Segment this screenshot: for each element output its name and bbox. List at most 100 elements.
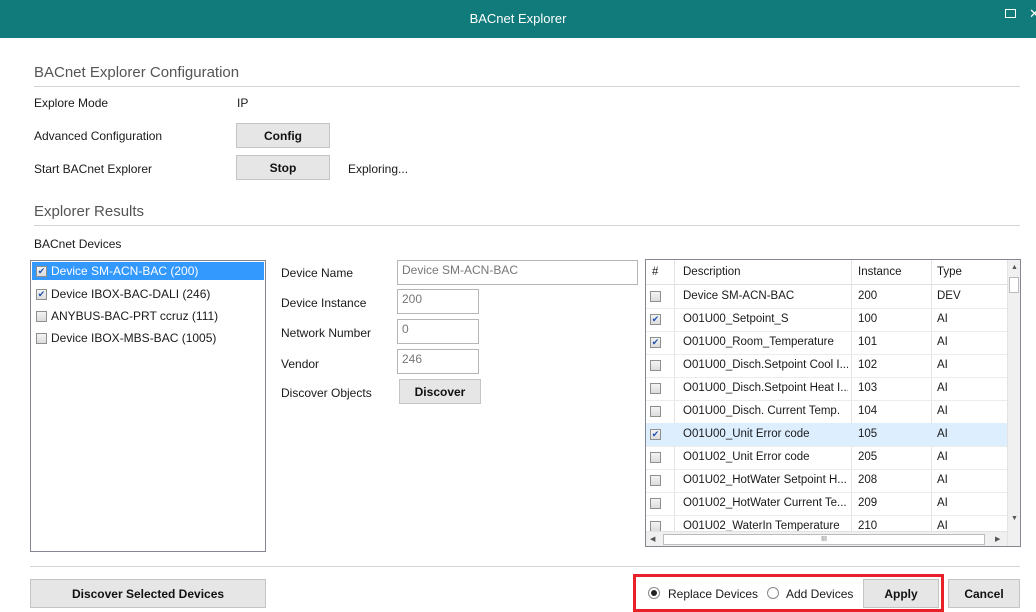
object-checkbox[interactable]: ✔ bbox=[650, 314, 661, 325]
object-row[interactable]: ✔ O01U00_Room_Temperature 101 AI bbox=[646, 331, 1008, 355]
stop-button[interactable]: Stop bbox=[236, 155, 330, 180]
object-type: AI bbox=[937, 474, 948, 486]
highlight-box bbox=[633, 574, 944, 612]
object-type: AI bbox=[937, 313, 948, 325]
object-row[interactable]: O01U02_Unit Error code 205 AI bbox=[646, 446, 1008, 470]
horizontal-scrollbar[interactable]: ◀ III ▶ bbox=[646, 531, 1007, 546]
config-button[interactable]: Config bbox=[236, 123, 330, 148]
col-header-type[interactable]: Type bbox=[937, 266, 962, 278]
object-checkbox[interactable]: ✔ bbox=[650, 337, 661, 348]
object-instance: 104 bbox=[858, 405, 878, 417]
object-checkbox[interactable] bbox=[650, 291, 661, 302]
object-type: AI bbox=[937, 428, 948, 440]
object-description: O01U00_Setpoint_S bbox=[683, 313, 789, 325]
object-instance: 200 bbox=[858, 290, 878, 302]
object-type: AI bbox=[937, 359, 948, 371]
discover-objects-label: Discover Objects bbox=[281, 386, 372, 400]
scroll-left-icon[interactable]: ◀ bbox=[650, 535, 655, 543]
object-type: AI bbox=[937, 451, 948, 463]
network-number-field[interactable]: 0 bbox=[397, 319, 479, 344]
col-header-instance[interactable]: Instance bbox=[858, 266, 901, 278]
maximize-icon[interactable] bbox=[1005, 9, 1016, 18]
device-checkbox[interactable] bbox=[36, 332, 47, 344]
window-title: BACnet Explorer bbox=[469, 11, 567, 26]
object-checkbox[interactable]: ✔ bbox=[650, 429, 661, 440]
device-name-field[interactable]: Device SM-ACN-BAC bbox=[397, 260, 638, 285]
config-divider bbox=[34, 86, 1020, 87]
scroll-thumb[interactable] bbox=[1009, 277, 1019, 293]
objects-grid[interactable]: # Description Instance Type Device SM-AC… bbox=[645, 259, 1021, 547]
object-description: O01U00_Unit Error code bbox=[683, 428, 810, 440]
device-label: ANYBUS-BAC-PRT ccruz (111) bbox=[51, 309, 219, 323]
title-bar: BACnet Explorer ✕ bbox=[0, 0, 1036, 38]
object-row[interactable]: ✔ O01U00_Unit Error code 105 AI bbox=[646, 423, 1008, 447]
explore-mode-value: IP bbox=[237, 96, 249, 110]
device-checkbox[interactable] bbox=[36, 310, 47, 322]
device-name-label: Device Name bbox=[281, 266, 354, 280]
object-row[interactable]: ✔ O01U00_Setpoint_S 100 AI bbox=[646, 308, 1008, 332]
grid-header: # Description Instance Type bbox=[646, 260, 1008, 285]
scroll-right-icon[interactable]: ▶ bbox=[995, 535, 1000, 543]
object-instance: 205 bbox=[858, 451, 878, 463]
device-checkbox[interactable]: ✔ bbox=[36, 265, 47, 277]
object-row[interactable]: O01U02_HotWater Setpoint H... 208 AI bbox=[646, 469, 1008, 493]
object-description: O01U00_Disch.Setpoint Cool I... bbox=[683, 359, 848, 371]
object-description: O01U02_Unit Error code bbox=[683, 451, 810, 463]
footer-divider bbox=[30, 566, 1020, 567]
object-instance: 209 bbox=[858, 497, 878, 509]
device-checkbox[interactable]: ✔ bbox=[36, 288, 47, 300]
object-checkbox[interactable] bbox=[650, 383, 661, 394]
close-icon[interactable]: ✕ bbox=[1029, 6, 1036, 22]
device-label: Device IBOX-MBS-BAC (1005) bbox=[51, 331, 217, 345]
bacnet-devices-label: BACnet Devices bbox=[34, 237, 122, 251]
device-item[interactable]: ANYBUS-BAC-PRT ccruz (111) bbox=[32, 307, 264, 325]
device-instance-label: Device Instance bbox=[281, 296, 367, 310]
device-list[interactable]: ✔ Device SM-ACN-BAC (200) ✔ Device IBOX-… bbox=[30, 260, 266, 552]
object-instance: 100 bbox=[858, 313, 878, 325]
object-description: O01U00_Disch. Current Temp. bbox=[683, 405, 841, 417]
object-description: Device SM-ACN-BAC bbox=[683, 290, 795, 302]
object-checkbox[interactable] bbox=[650, 475, 661, 486]
object-row[interactable]: O01U02_HotWater Current Te... 209 AI bbox=[646, 492, 1008, 516]
object-row[interactable]: Device SM-ACN-BAC 200 DEV bbox=[646, 285, 1008, 309]
vendor-label: Vendor bbox=[281, 357, 320, 371]
scroll-down-icon[interactable]: ▼ bbox=[1011, 515, 1018, 522]
object-row[interactable]: O01U00_Disch.Setpoint Cool I... 102 AI bbox=[646, 354, 1008, 378]
device-label: Device IBOX-BAC-DALI (246) bbox=[51, 287, 211, 301]
col-header-num[interactable]: # bbox=[652, 266, 658, 278]
vendor-field[interactable]: 246 bbox=[397, 349, 479, 374]
device-item[interactable]: ✔ Device SM-ACN-BAC (200) bbox=[32, 262, 264, 280]
object-type: AI bbox=[937, 405, 948, 417]
cancel-button[interactable]: Cancel bbox=[948, 579, 1020, 608]
object-type: DEV bbox=[937, 290, 961, 302]
object-checkbox[interactable] bbox=[650, 406, 661, 417]
discover-button[interactable]: Discover bbox=[399, 379, 481, 404]
device-item[interactable]: ✔ Device IBOX-BAC-DALI (246) bbox=[32, 285, 264, 303]
object-instance: 105 bbox=[858, 428, 878, 440]
results-divider bbox=[34, 225, 1020, 226]
device-label: Device SM-ACN-BAC (200) bbox=[51, 264, 199, 278]
device-item[interactable]: Device IBOX-MBS-BAC (1005) bbox=[32, 329, 264, 347]
vertical-scrollbar[interactable]: ▲ ▼ bbox=[1007, 260, 1020, 546]
hscroll-thumb[interactable]: III bbox=[663, 534, 985, 545]
col-header-description[interactable]: Description bbox=[683, 266, 741, 278]
object-description: O01U02_HotWater Setpoint H... bbox=[683, 474, 847, 486]
object-row[interactable]: O01U00_Disch.Setpoint Heat I... 103 AI bbox=[646, 377, 1008, 401]
advanced-config-label: Advanced Configuration bbox=[34, 129, 163, 143]
object-row[interactable]: O01U00_Disch. Current Temp. 104 AI bbox=[646, 400, 1008, 424]
object-checkbox[interactable] bbox=[650, 360, 661, 371]
config-section-title: BACnet Explorer Configuration bbox=[34, 64, 240, 81]
object-instance: 208 bbox=[858, 474, 878, 486]
device-instance-field[interactable]: 200 bbox=[397, 289, 479, 314]
object-checkbox[interactable] bbox=[650, 452, 661, 463]
object-description: O01U00_Disch.Setpoint Heat I... bbox=[683, 382, 848, 394]
object-checkbox[interactable] bbox=[650, 498, 661, 509]
object-instance: 102 bbox=[858, 359, 878, 371]
explore-mode-label: Explore Mode bbox=[34, 96, 109, 110]
object-description: O01U00_Room_Temperature bbox=[683, 336, 834, 348]
exploring-status: Exploring... bbox=[348, 162, 409, 176]
object-type: AI bbox=[937, 336, 948, 348]
scroll-up-icon[interactable]: ▲ bbox=[1011, 264, 1018, 271]
discover-selected-devices-button[interactable]: Discover Selected Devices bbox=[30, 579, 266, 608]
object-instance: 103 bbox=[858, 382, 878, 394]
